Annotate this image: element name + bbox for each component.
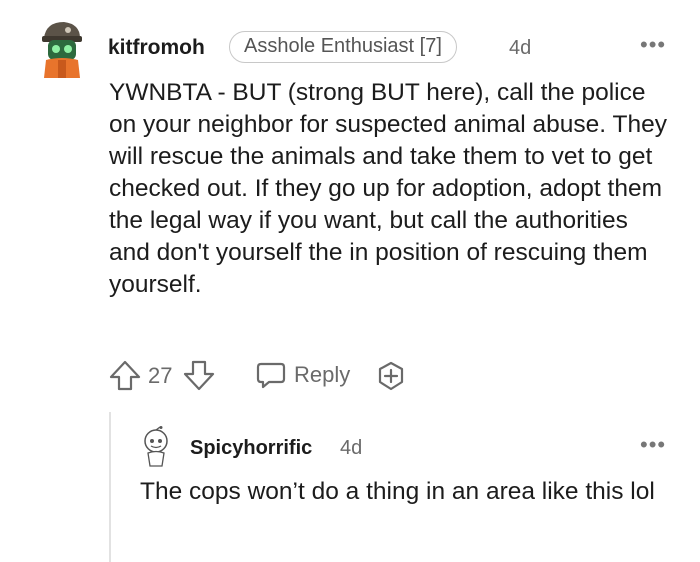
user-avatar[interactable] xyxy=(38,18,86,78)
user-flair: Asshole Enthusiast [7] xyxy=(229,31,457,63)
reply-username[interactable]: Spicyhorrific xyxy=(190,437,312,460)
downvote-arrow-icon[interactable] xyxy=(182,358,216,392)
reply-body: The cops won’t do a thing in an area lik… xyxy=(140,478,655,505)
reply-button[interactable]: Reply xyxy=(294,362,350,388)
reply-user-avatar[interactable] xyxy=(138,426,174,468)
comment-timestamp[interactable]: 4d xyxy=(509,37,531,60)
upvote-arrow-icon[interactable] xyxy=(108,358,142,392)
vote-count: 27 xyxy=(148,363,173,388)
more-options-icon[interactable]: ••• xyxy=(640,32,666,58)
reply-more-options-icon[interactable]: ••• xyxy=(640,432,666,458)
comment-body: YWNBTA - BUT (strong BUT here), call the… xyxy=(109,79,667,298)
speech-bubble-icon[interactable] xyxy=(256,360,286,390)
thread-line[interactable] xyxy=(109,412,111,562)
reply-timestamp[interactable]: 4d xyxy=(340,437,362,460)
comment-username[interactable]: kitfromoh xyxy=(108,36,205,60)
add-award-icon[interactable] xyxy=(375,360,407,392)
